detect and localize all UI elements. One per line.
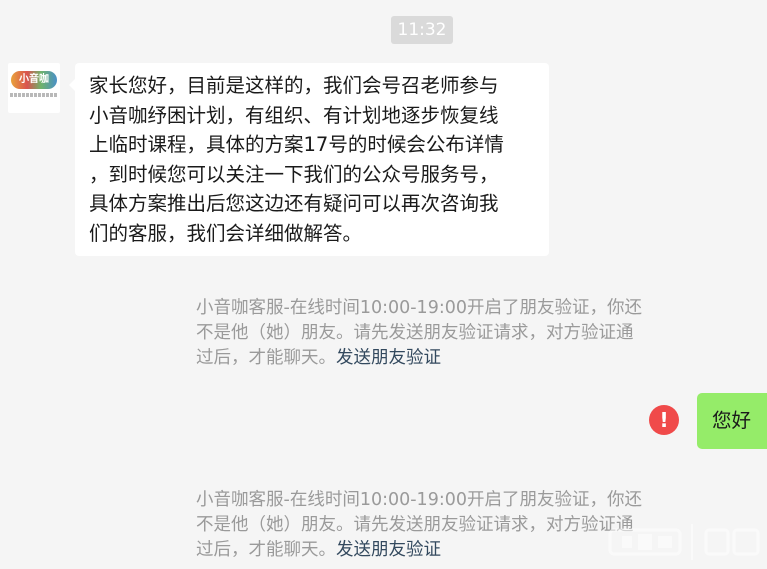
system-notice-line: 小音咖客服-在线时间10:00-19:00开启了朋友验证，你还 — [196, 298, 642, 318]
system-notice-text: 过后，才能聊天。 — [196, 348, 336, 368]
xiaoyinka-logo-icon: 小音咖 — [11, 71, 57, 89]
outgoing-message-bubble[interactable]: 您好 — [697, 393, 767, 449]
system-notice-text: 过后，才能聊天。 — [196, 540, 336, 560]
contact-avatar[interactable]: 小音咖 — [8, 63, 60, 113]
message-line: 们的客服，我们会详细做解答。 — [89, 221, 363, 245]
message-timestamp: 11:32 — [391, 16, 453, 44]
message-line: 小音咖纾困计划，有组织、有计划地逐步恢复线 — [89, 103, 499, 127]
system-notice-line: 不是他（她）朋友。请先发送朋友验证请求，对方验证通 — [196, 323, 634, 343]
system-notice-line: 过后，才能聊天。发送朋友验证 — [196, 346, 666, 371]
send-failed-icon[interactable]: ! — [649, 405, 679, 435]
watermark-logo — [608, 524, 760, 560]
system-notice-line: 过后，才能聊天。发送朋友验证 — [196, 538, 666, 563]
send-friend-verification-link[interactable]: 发送朋友验证 — [336, 540, 441, 560]
message-line: 具体方案推出后您这边还有疑问可以再次咨询我 — [89, 192, 499, 215]
message-line: 家长您好，目前是这样的，我们会号召老师参与 — [89, 74, 499, 97]
message-line: 上临时课程，具体的方案17号的时候会公布详情 — [89, 133, 504, 156]
incoming-message-bubble[interactable]: 家长您好，目前是这样的，我们会号召老师参与 小音咖纾困计划，有组织、有计划地逐步… — [69, 63, 549, 256]
logo-subtitle-decoration — [10, 93, 58, 97]
system-notice-line: 小音咖客服-在线时间10:00-19:00开启了朋友验证，你还 — [196, 490, 642, 510]
message-line: ，到时候您可以关注一下我们的公众号服务号， — [89, 162, 499, 186]
send-friend-verification-link[interactable]: 发送朋友验证 — [336, 348, 441, 368]
system-notice: 小音咖客服-在线时间10:00-19:00开启了朋友验证，你还 不是他（她）朋友… — [196, 488, 666, 563]
system-notice-line: 不是他（她）朋友。请先发送朋友验证请求，对方验证通 — [196, 515, 634, 535]
system-notice: 小音咖客服-在线时间10:00-19:00开启了朋友验证，你还 不是他（她）朋友… — [196, 296, 666, 371]
